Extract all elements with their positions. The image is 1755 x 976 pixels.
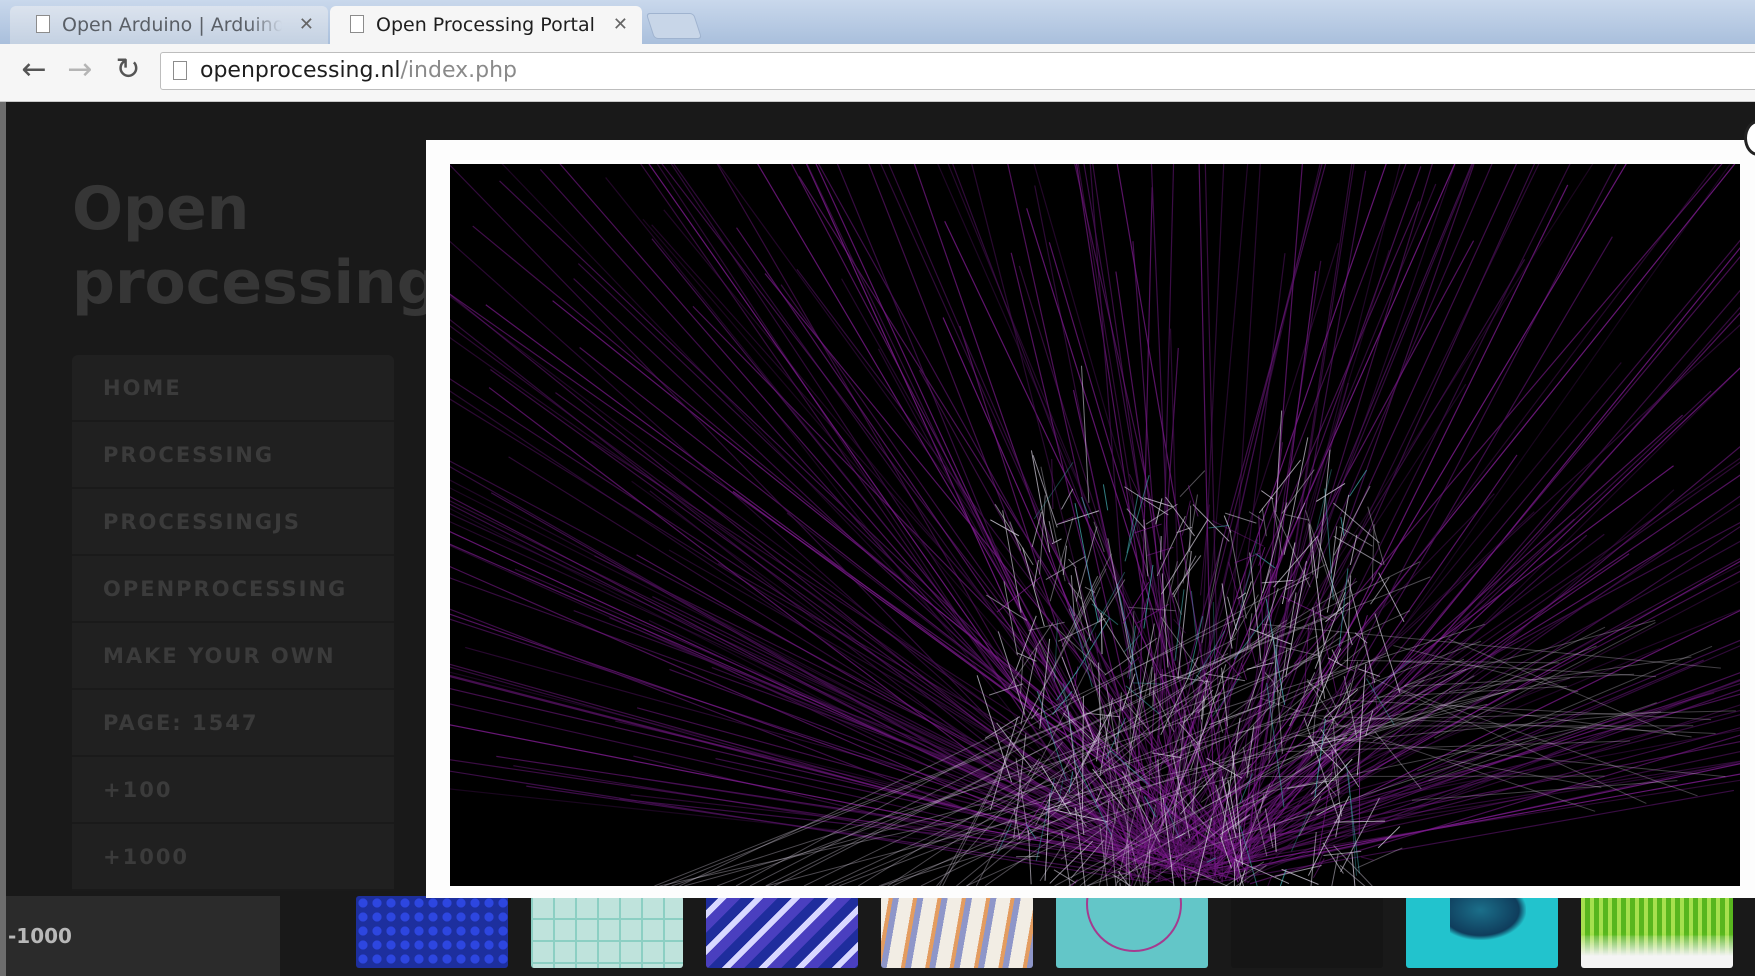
logo-line-1: Open <box>72 174 250 244</box>
nav-item-processing[interactable]: PROCESSING <box>72 422 394 489</box>
back-arrow-icon[interactable]: ← <box>16 52 52 88</box>
url-text: openprocessing.nl/index.php <box>200 53 517 89</box>
thumbnail-teal-maze[interactable] <box>531 896 683 968</box>
thumbnail-blue-weave[interactable] <box>706 896 858 968</box>
reload-icon[interactable]: ↻ <box>110 52 146 88</box>
logo-line-2: processing <box>72 248 440 318</box>
close-tab-icon[interactable]: ✕ <box>613 6 628 44</box>
tab-open-arduino[interactable]: Open Arduino | Arduino l ✕ <box>10 6 328 44</box>
sketch-artwork <box>450 164 1740 886</box>
circle-shape <box>1086 896 1182 952</box>
close-tab-icon[interactable]: ✕ <box>299 6 314 44</box>
nav-item-processingjs[interactable]: PROCESSINGJS <box>72 489 394 556</box>
grass-shape <box>1581 896 1733 956</box>
page-icon <box>36 15 50 33</box>
thumbnail-orange-weave[interactable] <box>881 896 1033 968</box>
thumbnail-green-grass[interactable] <box>1581 896 1733 968</box>
address-bar[interactable]: openprocessing.nl/index.php <box>160 52 1755 90</box>
nav-item-page-number: PAGE: 1547 <box>72 690 394 757</box>
url-path: /index.php <box>400 58 517 83</box>
url-host: openprocessing.nl <box>200 58 401 83</box>
blob-shape <box>1450 896 1526 940</box>
forward-arrow-icon[interactable]: → <box>62 52 98 88</box>
tab-strip: Open Arduino | Arduino l ✕ Open Processi… <box>0 0 1755 44</box>
tab-open-processing-portal[interactable]: Open Processing Portal ✕ <box>330 6 642 44</box>
page-icon <box>173 61 187 80</box>
nav-item-make-your-own[interactable]: MAKE YOUR OWN <box>72 623 394 690</box>
lightbox-modal <box>426 140 1755 898</box>
thumbnail-dark[interactable] <box>1231 896 1383 968</box>
browser-toolbar: ← → ↻ openprocessing.nl/index.php <box>0 44 1755 102</box>
tab-title: Open Processing Portal <box>376 14 595 36</box>
thumbnail-cyan-blob[interactable] <box>1406 896 1558 968</box>
nav-item-plus-100[interactable]: +100 <box>72 757 394 824</box>
tab-title: Open Arduino | Arduino l <box>62 14 282 36</box>
nav-item-home[interactable]: HOME <box>72 355 394 422</box>
thumbnail-blue-dots[interactable] <box>356 896 508 968</box>
side-nav: HOME PROCESSING PROCESSINGJS OPENPROCESS… <box>72 355 394 891</box>
nav-item-plus-1000[interactable]: +1000 <box>72 824 394 891</box>
thumbnail-strip <box>356 896 1755 970</box>
new-tab-button[interactable] <box>645 13 703 39</box>
page-icon <box>350 15 364 33</box>
nav-item-openprocessing[interactable]: OPENPROCESSING <box>72 556 394 623</box>
thumbnail-teal-circle[interactable] <box>1056 896 1208 968</box>
sketch-canvas[interactable] <box>450 164 1740 886</box>
minus-1000-button[interactable]: -1000 <box>6 896 280 976</box>
site-logo[interactable]: Open processing <box>72 172 440 320</box>
